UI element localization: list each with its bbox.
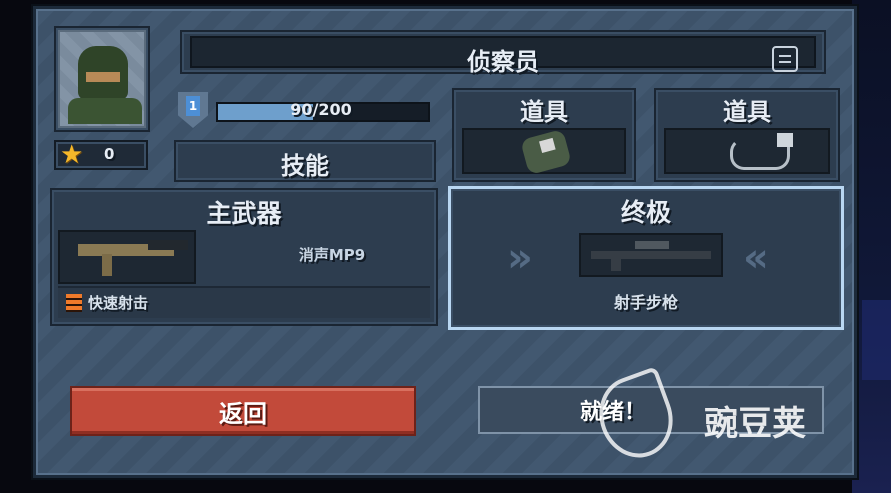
chevron-left-icon[interactable]: « [743,235,769,281]
item-slot-2-well [664,128,830,174]
perk-name: 快速射击 [88,294,149,312]
ultimate-weapon-name: 射手步枪 [613,293,678,312]
background-glow [862,300,891,380]
title-inner: 侦察员 [190,36,816,76]
ultimate-header: 终极 [620,198,671,227]
perk-bar: 快速射击 [58,286,430,318]
sniper-rifle-icon [591,241,711,271]
primary-weapon-name: 消声MP9 [298,246,366,264]
item-slot-1-label: 道具 [520,98,568,126]
star-count: 0 [104,145,115,163]
title-bar: 侦察员 [180,30,826,76]
level-area: 1 90/200 [172,88,434,134]
character-portrait[interactable] [54,26,150,132]
soldier-body [68,98,142,124]
ultimate-selector: » « [457,229,835,283]
back-button-label: 返回 [219,400,267,428]
ultimate-slot[interactable]: 终极 » « 射手步枪 [448,186,844,330]
primary-weapon-header: 主武器 [206,199,282,228]
portrait-background [60,32,144,126]
back-button[interactable]: 返回 [70,386,416,436]
primary-weapon-slot[interactable]: 主武器 消声MP9 快速射击 [50,188,438,326]
level-shield-icon: 1 [178,92,208,128]
primary-weapon-image [58,230,196,284]
item-slot-2-label: 道具 [723,98,771,126]
ultimate-weapon-image [579,233,723,277]
rapid-fire-icon [66,294,82,312]
soldier-face [86,72,120,82]
watermark-logo: 豌豆荚 [588,366,860,468]
chevron-right-icon[interactable]: » [507,235,533,281]
item-slot-2[interactable]: 道具 [654,88,840,182]
item-slot-1-well [462,128,626,176]
swap-character-icon[interactable] [772,46,798,72]
character-class-title: 侦察员 [467,48,539,76]
skill-label: 技能 [281,152,329,180]
smg-icon [78,240,188,276]
xp-text: 90/200 [290,100,352,119]
star-icon: ★ [60,140,84,170]
star-counter: ★ 0 [54,140,148,170]
skill-button[interactable]: 技能 [174,140,436,182]
level-number: 1 [186,96,200,116]
device-icon [730,133,793,170]
item-slot-1[interactable]: 道具 [452,88,636,182]
gloves-icon [520,128,572,176]
watermark-text: 豌豆荚 [704,404,806,444]
